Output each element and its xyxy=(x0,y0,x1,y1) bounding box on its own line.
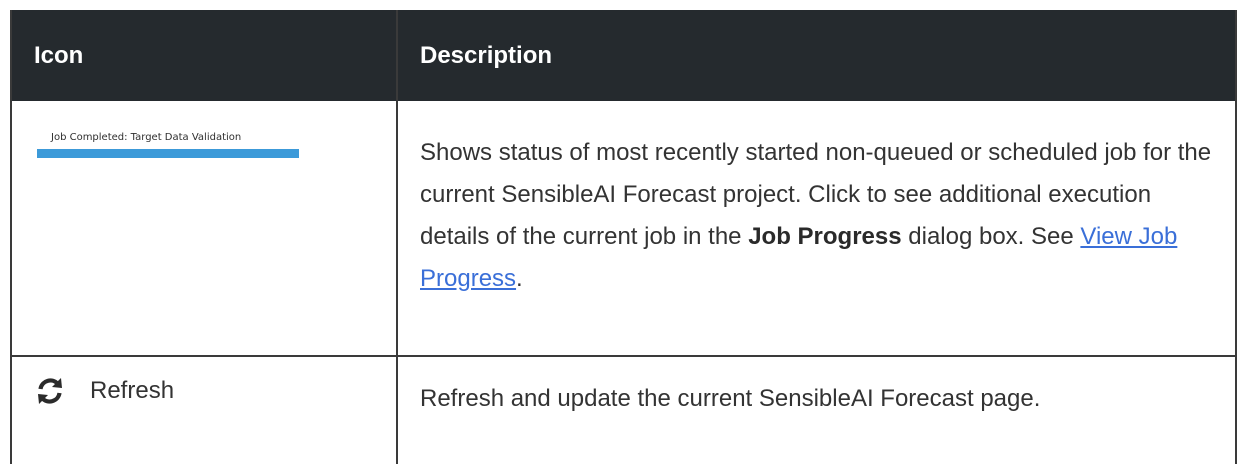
refresh-description: Refresh and update the current SensibleA… xyxy=(420,385,1041,412)
job-status-text: Job Completed: Target Data Validation xyxy=(51,132,242,143)
header-description-column: Description xyxy=(420,41,553,69)
job-progress-bar xyxy=(37,149,299,158)
job-status-indicator[interactable]: Job Completed: Target Data Validation xyxy=(37,131,299,158)
refresh-button[interactable]: Refresh xyxy=(34,375,174,407)
job-status-icon-cell: Job Completed: Target Data Validation xyxy=(12,101,398,355)
header-icon-column: Icon xyxy=(12,10,398,101)
table-row: Refresh Refresh and update the current S… xyxy=(12,357,1235,464)
refresh-icon xyxy=(38,378,62,404)
job-desc-text-end: . xyxy=(516,265,523,292)
job-status-description: Shows status of most recently started no… xyxy=(398,101,1235,355)
job-desc-text-2: dialog box. See xyxy=(901,223,1081,250)
job-progress-bold: Job Progress xyxy=(748,223,902,250)
refresh-icon-cell: Refresh xyxy=(12,357,398,464)
table-header-row: Icon Description xyxy=(12,10,1235,101)
icon-description-table: Icon Description Job Completed: Target D… xyxy=(10,10,1237,464)
refresh-label: Refresh xyxy=(90,377,175,404)
table-row: Job Completed: Target Data Validation Sh… xyxy=(12,101,1235,357)
